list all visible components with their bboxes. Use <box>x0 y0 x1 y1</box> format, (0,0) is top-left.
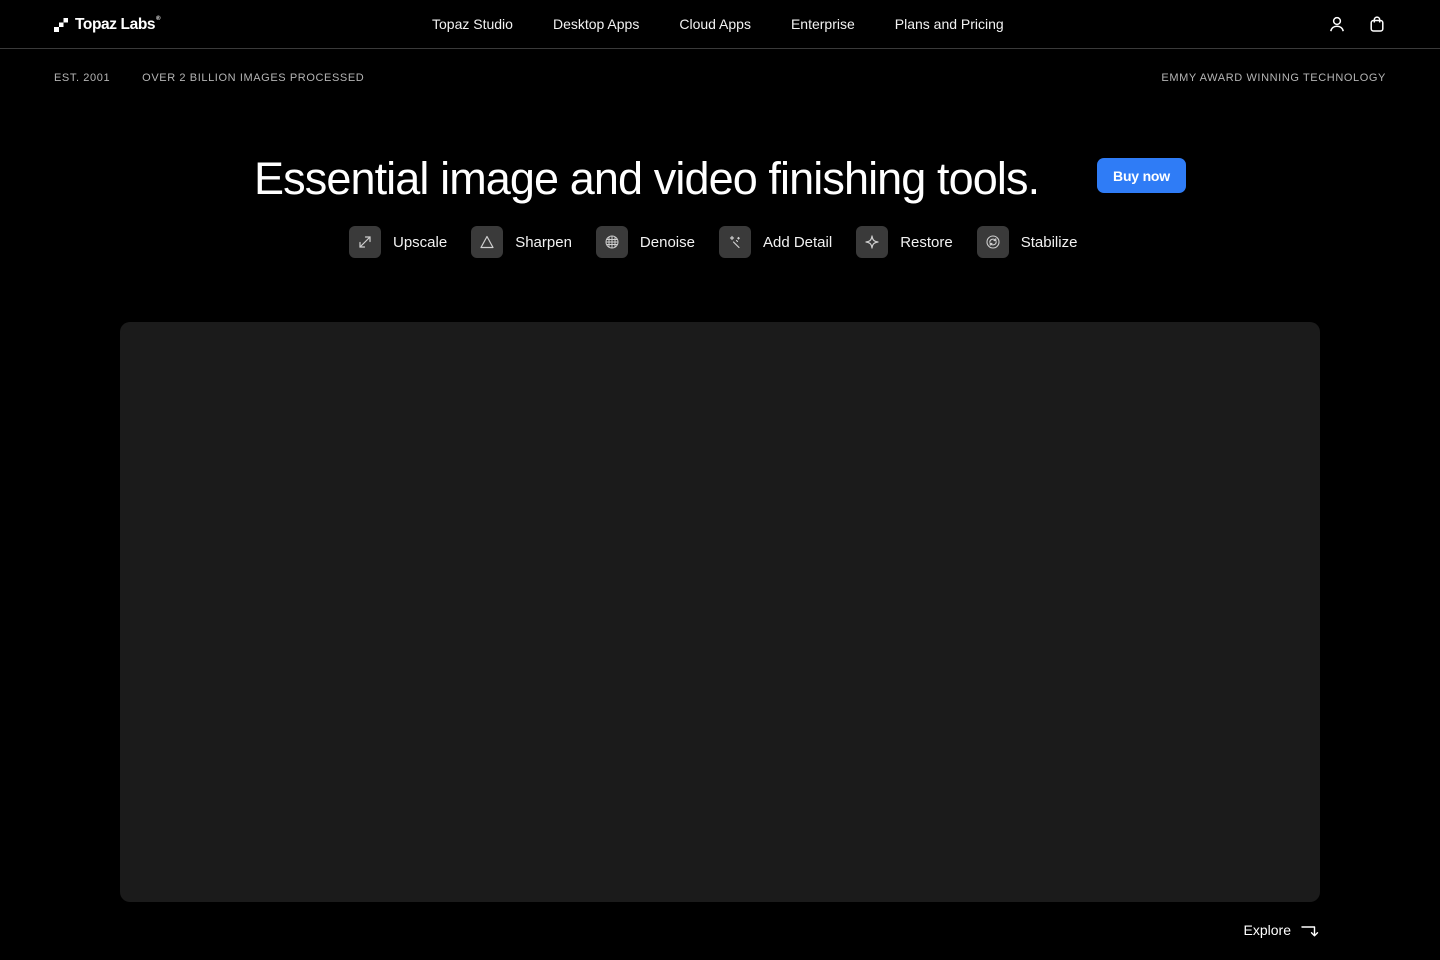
explore-label: Explore <box>1243 922 1291 938</box>
buy-now-button[interactable]: Buy now <box>1097 158 1186 193</box>
arrow-down-right-icon <box>1301 926 1319 937</box>
nav-topaz-studio[interactable]: Topaz Studio <box>432 16 513 32</box>
denoise-icon <box>595 226 628 258</box>
main-nav: Topaz Studio Desktop Apps Cloud Apps Ent… <box>432 14 1004 34</box>
feature-label: Stabilize <box>1020 233 1078 251</box>
top-nav: Topaz Labs® Topaz Studio Desktop Apps Cl… <box>0 0 1440 49</box>
upscale-icon <box>349 226 381 258</box>
sharpen-icon <box>471 226 504 258</box>
feature-label: Denoise <box>639 233 695 251</box>
feature-denoise[interactable]: Denoise <box>595 226 695 258</box>
feature-label: Sharpen <box>515 233 572 251</box>
nav-plans-and-pricing[interactable]: Plans and Pricing <box>895 16 1004 32</box>
hero-media-panel[interactable] <box>120 322 1320 902</box>
feature-add-detail[interactable]: Add Detail <box>718 226 833 258</box>
feature-upscale[interactable]: Upscale <box>349 226 447 258</box>
user-icon[interactable] <box>1328 15 1346 33</box>
images-processed-text: OVER 2 BILLION IMAGES PROCESSED <box>142 72 365 84</box>
award-text: EMMY AWARD WINNING TECHNOLOGY <box>1161 72 1386 84</box>
explore-link[interactable]: Explore <box>1244 920 1319 940</box>
feature-label: Restore <box>900 233 953 251</box>
nav-cloud-apps[interactable]: Cloud Apps <box>679 16 751 32</box>
logo-text: Topaz Labs® <box>75 16 161 33</box>
feature-list: Upscale Sharpen Denoise Add Detail Resto… <box>349 226 1077 258</box>
page: Topaz Labs® Topaz Studio Desktop Apps Cl… <box>0 0 1440 960</box>
feature-sharpen[interactable]: Sharpen <box>471 226 572 258</box>
logo-registered-mark: ® <box>156 16 161 22</box>
feature-label: Upscale <box>393 233 448 251</box>
feature-label: Add Detail <box>762 233 833 251</box>
established-text: EST. 2001 <box>54 72 111 84</box>
stabilize-icon <box>976 226 1009 258</box>
restore-icon <box>856 226 889 258</box>
nav-icon-group <box>1328 14 1386 34</box>
add-detail-icon <box>718 226 751 258</box>
info-strip: EST. 2001 OVER 2 BILLION IMAGES PROCESSE… <box>54 72 1386 88</box>
feature-stabilize[interactable]: Stabilize <box>976 226 1078 258</box>
nav-enterprise[interactable]: Enterprise <box>791 16 855 32</box>
topaz-logo-icon <box>54 18 68 32</box>
nav-desktop-apps[interactable]: Desktop Apps <box>553 16 639 32</box>
feature-restore[interactable]: Restore <box>856 226 953 258</box>
info-left: EST. 2001 OVER 2 BILLION IMAGES PROCESSE… <box>54 72 364 84</box>
hero-headline: Essential image and video finishing tool… <box>254 153 1040 204</box>
shopping-bag-icon[interactable] <box>1368 15 1386 33</box>
logo[interactable]: Topaz Labs® <box>54 15 161 35</box>
